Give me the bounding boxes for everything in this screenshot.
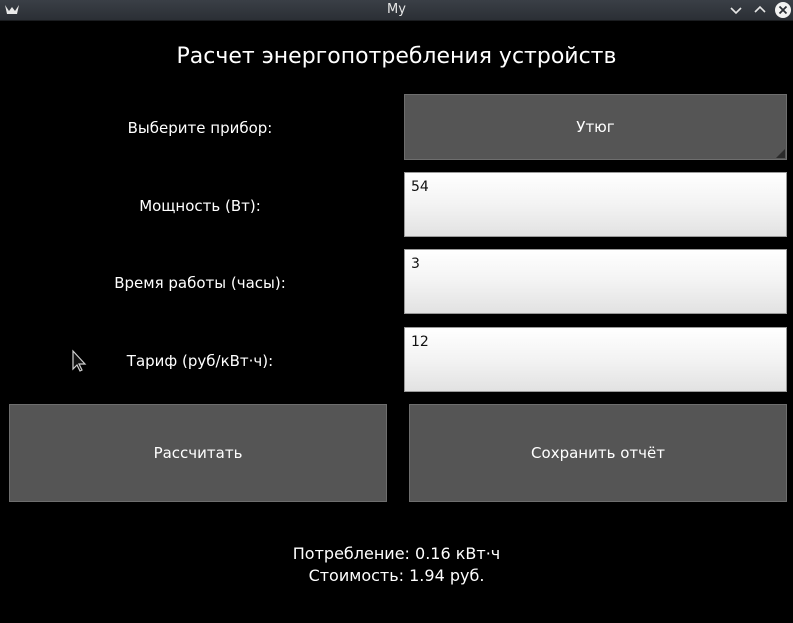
tariff-label: Тариф (руб/кВт·ч):	[126, 352, 274, 370]
minimize-icon[interactable]	[727, 1, 745, 19]
power-label: Мощность (Вт):	[139, 197, 261, 215]
page-title: Расчет энергопотребления устройств	[176, 44, 617, 69]
cost-result: Стоимость: 1.94 руб.	[308, 566, 485, 585]
close-icon[interactable]	[774, 1, 792, 19]
consumption-result: Потребление: 0.16 кВт·ч	[292, 544, 501, 563]
save-report-button[interactable]: Сохранить отчёт	[409, 404, 787, 502]
dropdown-corner-icon	[776, 149, 785, 158]
device-label: Выберите прибор:	[127, 119, 273, 137]
hours-input[interactable]: 3	[404, 249, 787, 314]
calculate-button[interactable]: Рассчитать	[9, 404, 387, 502]
app-window: My Расчет энергопотребления устройств Вы…	[0, 0, 793, 623]
maximize-icon[interactable]	[751, 1, 769, 19]
power-input[interactable]: 54	[404, 172, 787, 237]
tariff-input[interactable]: 12	[404, 327, 787, 392]
device-select[interactable]: Утюг	[404, 94, 787, 160]
mouse-cursor-icon	[72, 349, 87, 372]
calculate-button-label: Рассчитать	[153, 444, 243, 462]
window-title: My	[387, 2, 406, 17]
hours-label: Время работы (часы):	[114, 274, 286, 292]
device-select-value: Утюг	[576, 118, 615, 136]
title-bar[interactable]: My	[0, 0, 793, 21]
save-report-button-label: Сохранить отчёт	[531, 444, 665, 462]
